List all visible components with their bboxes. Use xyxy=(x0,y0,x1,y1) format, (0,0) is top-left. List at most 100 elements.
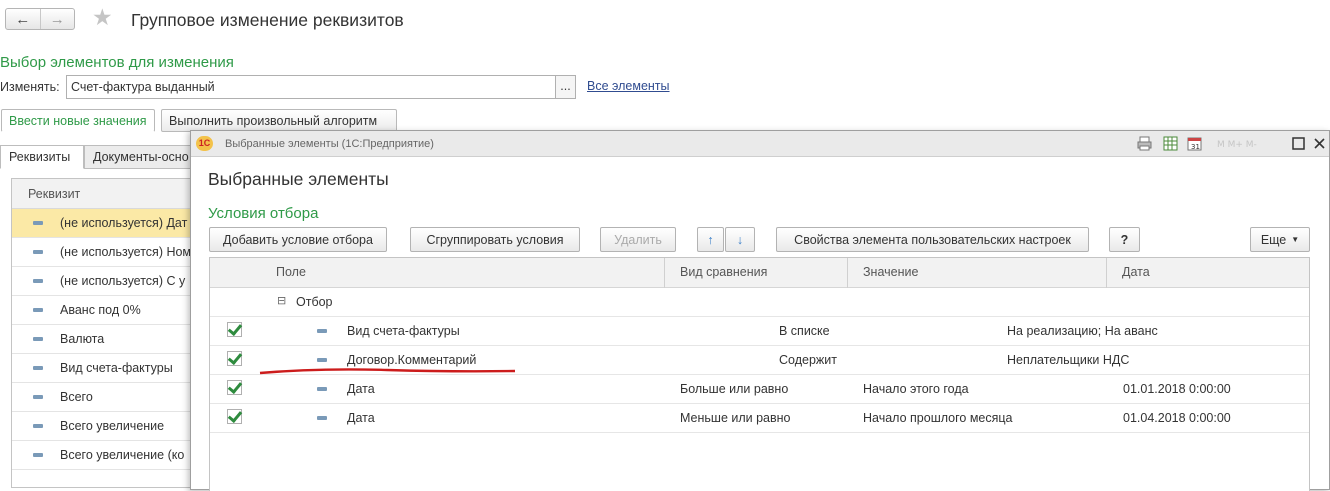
attribute-icon xyxy=(33,250,43,254)
attribute-icon xyxy=(33,279,43,283)
cell-field: Дата xyxy=(347,382,375,396)
tab-base-documents[interactable]: Документы-осно xyxy=(84,145,194,169)
list-item-label: Вид счета-фактуры xyxy=(60,361,173,375)
tab-attributes[interactable]: Реквизиты xyxy=(0,145,84,169)
red-underline-annotation xyxy=(259,368,516,375)
list-item-label: (не используется) С у xyxy=(60,274,186,288)
list-item[interactable]: (не используется) Ном xyxy=(12,238,196,267)
attribute-icon xyxy=(33,424,43,428)
svg-text:31: 31 xyxy=(1191,143,1200,151)
svg-text:M M+ M-: M M+ M- xyxy=(1217,140,1257,150)
maximize-icon[interactable] xyxy=(1291,136,1306,151)
move-down-icon[interactable]: ↓ xyxy=(725,227,755,252)
print-icon[interactable] xyxy=(1137,136,1152,151)
more-button-label: Еще xyxy=(1260,232,1287,247)
section-title-selection: Выбор элементов для изменения xyxy=(0,54,234,71)
page-title: Групповое изменение реквизитов xyxy=(131,10,404,30)
table-row[interactable]: Дата Меньше или равно Начало прошлого ме… xyxy=(210,404,1309,433)
list-item-label: (не используется) Дат xyxy=(60,216,188,230)
list-item[interactable]: Валюта xyxy=(12,325,196,354)
attribute-icon xyxy=(317,387,327,391)
table-row-group[interactable]: ⊟ Отбор xyxy=(210,288,1309,317)
tab-enter-new-values[interactable]: Ввести новые значения xyxy=(1,109,155,132)
delete-button[interactable]: Удалить xyxy=(600,227,676,252)
table-row[interactable]: Дата Больше или равно Начало этого года … xyxy=(210,375,1309,404)
help-button[interactable]: ? xyxy=(1109,227,1140,252)
filter-conditions-title: Условия отбора xyxy=(208,205,319,222)
cell-value: Начало прошлого месяца xyxy=(863,411,1013,425)
user-settings-properties-button[interactable]: Свойства элемента пользовательских настр… xyxy=(776,227,1089,252)
change-label: Изменять: xyxy=(0,80,60,94)
list-item-label: Аванс под 0% xyxy=(60,303,141,317)
list-item[interactable]: Вид счета-фактуры xyxy=(12,354,196,383)
attribute-icon xyxy=(33,395,43,399)
change-object-input[interactable]: Счет-фактура выданный xyxy=(66,75,556,99)
cell-comparison: Больше или равно xyxy=(680,382,789,396)
cell-value: На реализацию; На аванс xyxy=(1007,324,1158,338)
attribute-icon xyxy=(317,416,327,420)
attribute-icon xyxy=(33,221,43,225)
list-item-label: Валюта xyxy=(60,332,105,346)
attribute-icon xyxy=(33,337,43,341)
collapse-icon[interactable]: ⊟ xyxy=(277,294,286,307)
row-checkbox[interactable] xyxy=(227,380,242,395)
dialog-titlebar: 1С Выбранные элементы (1С:Предприятие) 3… xyxy=(191,131,1329,157)
chevron-down-icon: ▼ xyxy=(1291,235,1300,244)
list-item[interactable]: (не используется) С у xyxy=(12,267,196,296)
list-item-label: Всего xyxy=(60,390,93,404)
cell-field: Договор.Комментарий xyxy=(347,353,477,367)
calendar-icon[interactable]: 31 xyxy=(1187,136,1202,151)
list-item[interactable]: Аванс под 0% xyxy=(12,296,196,325)
navigation-buttons: ← → xyxy=(5,8,75,30)
list-item-label: Всего увеличение xyxy=(60,419,165,433)
column-header-date[interactable]: Дата xyxy=(1122,265,1150,279)
spreadsheet-icon[interactable] xyxy=(1163,136,1178,151)
cell-field: Дата xyxy=(347,411,375,425)
list-item-label: Всего увеличение (ко xyxy=(60,448,185,462)
group-conditions-button[interactable]: Сгруппировать условия xyxy=(410,227,580,252)
arrow-right-icon[interactable]: → xyxy=(39,9,75,29)
attribute-icon xyxy=(317,358,327,362)
list-item-label: (не используется) Ном xyxy=(60,245,192,259)
cell-comparison: Меньше или равно xyxy=(680,411,791,425)
row-checkbox[interactable] xyxy=(227,351,242,366)
attribute-icon xyxy=(33,453,43,457)
list-item[interactable]: Всего xyxy=(12,383,196,412)
select-object-button[interactable]: ... xyxy=(555,75,576,99)
attribute-icon xyxy=(33,366,43,370)
attributes-list: Реквизит (не используется) Дат (не испол… xyxy=(11,178,196,488)
1c-logo-icon: 1С xyxy=(196,136,213,151)
selected-elements-dialog: 1С Выбранные элементы (1С:Предприятие) 3… xyxy=(190,130,1330,491)
close-icon[interactable] xyxy=(1312,136,1327,151)
attribute-icon xyxy=(33,308,43,312)
table-row[interactable]: Вид счета-фактуры В списке На реализацию… xyxy=(210,317,1309,346)
add-filter-condition-button[interactable]: Добавить условие отбора xyxy=(209,227,387,252)
dialog-window-title: Выбранные элементы (1С:Предприятие) xyxy=(225,138,434,150)
cell-value: Начало этого года xyxy=(863,382,969,396)
arrow-left-icon[interactable]: ← xyxy=(6,9,40,29)
cell-field: Вид счета-фактуры xyxy=(347,324,460,338)
row-checkbox[interactable] xyxy=(227,409,242,424)
tab-custom-algorithm[interactable]: Выполнить произвольный алгоритм xyxy=(161,109,397,132)
attribute-icon xyxy=(317,329,327,333)
column-header-value[interactable]: Значение xyxy=(863,265,918,279)
cell-comparison: Содержит xyxy=(779,353,837,367)
table-header: Поле Вид сравнения Значение Дата xyxy=(210,258,1309,288)
cell-value: Неплательщики НДС xyxy=(1007,353,1130,367)
dialog-heading: Выбранные элементы xyxy=(208,169,389,189)
all-elements-link[interactable]: Все элементы xyxy=(587,79,670,93)
row-checkbox[interactable] xyxy=(227,322,242,337)
group-label: Отбор xyxy=(296,295,333,309)
list-item[interactable]: Всего увеличение (ко xyxy=(12,441,196,470)
column-header-comparison[interactable]: Вид сравнения xyxy=(680,265,767,279)
cell-date: 01.01.2018 0:00:00 xyxy=(1123,382,1231,396)
memory-buttons-icon[interactable]: M M+ M- xyxy=(1217,136,1283,151)
list-item[interactable]: (не используется) Дат xyxy=(12,209,196,238)
move-up-icon[interactable]: ↑ xyxy=(697,227,724,252)
list-item[interactable]: Всего увеличение xyxy=(12,412,196,441)
more-button[interactable]: Еще ▼ xyxy=(1250,227,1310,252)
cell-date: 01.04.2018 0:00:00 xyxy=(1123,411,1231,425)
column-header-field[interactable]: Поле xyxy=(276,265,306,279)
star-icon[interactable]: ★ xyxy=(92,6,113,29)
attributes-list-header: Реквизит xyxy=(12,179,196,209)
